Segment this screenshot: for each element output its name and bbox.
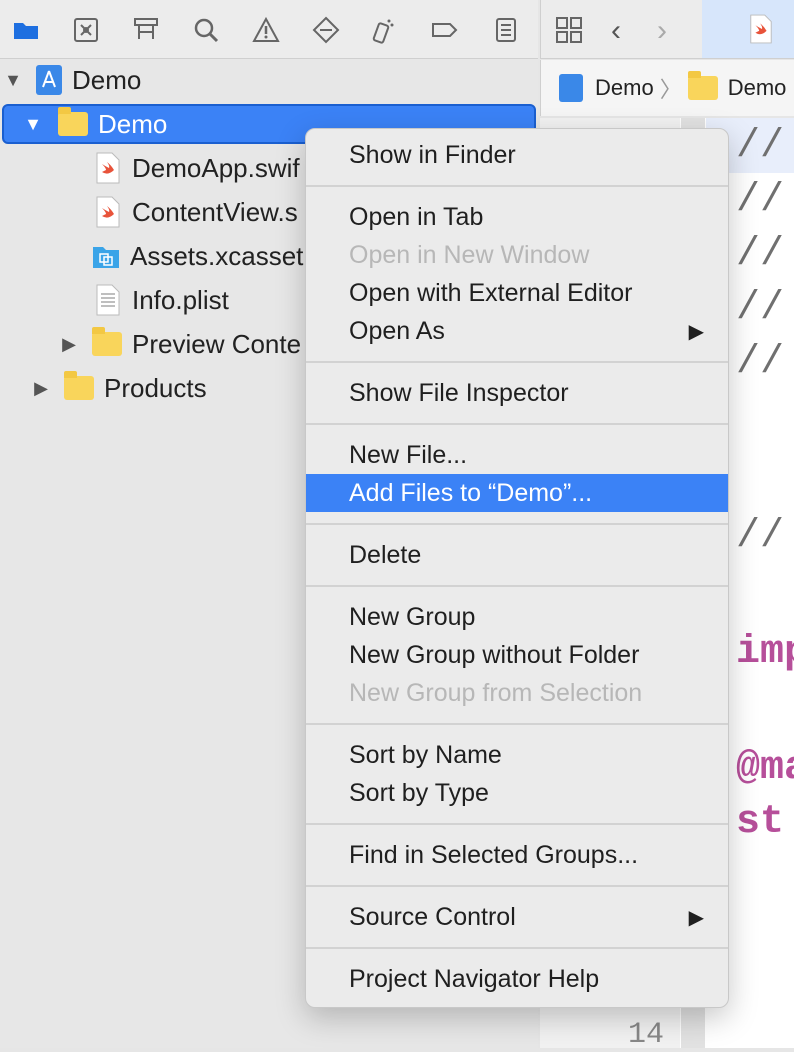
menu-new-group-without-folder[interactable]: New Group without Folder — [306, 636, 728, 674]
menu-sort-by-type[interactable]: Sort by Type — [306, 774, 728, 812]
folder-icon — [687, 71, 718, 100]
swift-file-icon — [94, 196, 122, 228]
context-menu: Show in Finder Open in Tab Open in New W… — [305, 128, 729, 1008]
menu-add-files[interactable]: Add Files to “Demo”... — [306, 474, 728, 512]
tree-row-products[interactable]: ▶ Products — [30, 368, 207, 408]
code-comment: // — [736, 340, 785, 385]
swift-file-icon — [750, 14, 772, 44]
menu-separator — [306, 523, 728, 525]
menu-open-in-tab[interactable]: Open in Tab — [306, 198, 728, 236]
file-label: DemoApp.swif — [132, 152, 300, 183]
group-label: Demo — [98, 108, 168, 139]
issue-icon[interactable] — [246, 10, 286, 50]
menu-find-in-selected-groups[interactable]: Find in Selected Groups... — [306, 836, 728, 874]
tree-row-file[interactable]: ContentView.s — [94, 192, 298, 232]
menu-separator — [306, 823, 728, 825]
folder-icon — [64, 371, 94, 400]
chevron-right-icon: 〉 — [659, 77, 682, 102]
source-control-icon[interactable] — [66, 10, 106, 50]
code-keyword: st — [736, 800, 785, 845]
folder-icon[interactable] — [6, 10, 46, 50]
folder-icon — [58, 107, 88, 136]
code-comment: // — [736, 124, 785, 169]
code-comment: // — [736, 514, 785, 559]
code-keyword: @ma — [736, 746, 794, 791]
submenu-arrow-icon: ▶ — [688, 320, 704, 343]
menu-open-as[interactable]: Open As ▶ — [306, 312, 728, 350]
tree-row-file[interactable]: Assets.xcasset — [92, 236, 303, 276]
file-label: Info.plist — [132, 284, 229, 315]
report-icon[interactable] — [486, 10, 526, 50]
menu-separator — [306, 885, 728, 887]
breadcrumb-item[interactable]: Demo — [595, 75, 654, 101]
disclosure-closed-icon[interactable]: ▶ — [58, 334, 80, 355]
symbol-icon[interactable] — [126, 10, 166, 50]
project-icon — [36, 65, 62, 95]
menu-show-file-inspector[interactable]: Show File Inspector — [306, 374, 728, 412]
menu-delete[interactable]: Delete — [306, 536, 728, 574]
tree-row-file[interactable]: DemoApp.swif — [94, 148, 300, 188]
breadcrumb-item[interactable]: Demo — [728, 75, 787, 101]
menu-open-with-external-editor[interactable]: Open with External Editor — [306, 274, 728, 312]
menu-new-file[interactable]: New File... — [306, 436, 728, 474]
swift-file-icon — [94, 152, 122, 184]
back-arrow-icon[interactable]: ‹ — [611, 14, 621, 48]
menu-new-group[interactable]: New Group — [306, 598, 728, 636]
debug-icon[interactable] — [362, 10, 402, 50]
file-label: Assets.xcasset — [130, 240, 304, 271]
code-keyword: imp — [736, 630, 794, 675]
test-icon[interactable] — [306, 10, 346, 50]
menu-separator — [306, 423, 728, 425]
project-icon — [559, 74, 583, 102]
folder-label: Preview Conte — [132, 328, 302, 359]
editor-tab[interactable] — [702, 0, 794, 58]
forward-arrow-icon[interactable]: › — [657, 14, 667, 48]
code-comment: // — [736, 178, 785, 223]
code-comment: // — [736, 232, 785, 277]
navigator-toolbar — [0, 0, 538, 59]
breadcrumb: Demo 〉 Demo — [540, 60, 794, 116]
disclosure-open-icon[interactable]: ▼ — [22, 114, 44, 135]
menu-separator — [306, 361, 728, 363]
menu-open-in-new-window: Open in New Window — [349, 240, 590, 269]
menu-source-control[interactable]: Source Control ▶ — [306, 898, 728, 936]
menu-new-group-from-selection: New Group from Selection — [349, 678, 643, 707]
disclosure-closed-icon[interactable]: ▶ — [30, 378, 52, 399]
disclosure-open-icon[interactable]: ▼ — [2, 70, 24, 91]
file-label: ContentView.s — [132, 196, 298, 227]
breakpoint-icon[interactable] — [424, 10, 464, 50]
menu-separator — [306, 723, 728, 725]
menu-show-in-finder[interactable]: Show in Finder — [306, 136, 728, 174]
plist-file-icon — [94, 284, 122, 316]
submenu-arrow-icon: ▶ — [688, 906, 704, 929]
project-label: Demo — [72, 64, 142, 95]
menu-separator — [306, 585, 728, 587]
menu-separator — [306, 947, 728, 949]
menu-separator — [306, 185, 728, 187]
line-number: 14 — [628, 1018, 665, 1052]
code-comment: // — [736, 286, 785, 331]
tree-row-project[interactable]: ▼ Demo — [2, 60, 141, 100]
folder-label: Products — [104, 372, 207, 403]
menu-sort-by-name[interactable]: Sort by Name — [306, 736, 728, 774]
folder-icon — [92, 327, 122, 356]
grid-icon[interactable] — [555, 16, 583, 49]
tree-row-file[interactable]: Info.plist — [94, 280, 229, 320]
tree-row-preview-folder[interactable]: ▶ Preview Conte — [58, 324, 301, 364]
find-icon[interactable] — [186, 10, 226, 50]
menu-project-navigator-help[interactable]: Project Navigator Help — [306, 960, 728, 998]
asset-catalog-icon — [92, 243, 120, 269]
